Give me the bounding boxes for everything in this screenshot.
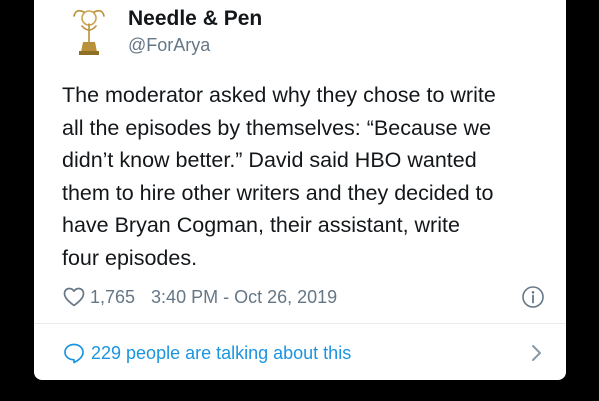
avatar[interactable]	[62, 4, 116, 58]
divider	[34, 323, 566, 324]
speech-bubble-icon	[62, 341, 86, 365]
tweet-meta-row: 1,765 3:40 PM - Oct 26, 2019	[62, 283, 545, 311]
tweet-card: Needle & Pen @ForArya The moderator aske…	[34, 0, 566, 380]
emmy-statuette-icon	[73, 9, 105, 55]
conversation-label[interactable]: 229 people are talking about this	[91, 343, 351, 364]
heart-icon[interactable]	[62, 285, 86, 309]
user-handle[interactable]: @ForArya	[128, 33, 210, 57]
display-name[interactable]: Needle & Pen	[128, 6, 262, 32]
tweet-text: The moderator asked why they chose to wr…	[62, 83, 496, 270]
info-icon[interactable]	[521, 285, 545, 309]
timestamp[interactable]: 3:40 PM - Oct 26, 2019	[151, 287, 337, 308]
conversation-link[interactable]: 229 people are talking about this	[62, 338, 542, 368]
chevron-right-icon[interactable]	[526, 342, 546, 364]
like-count[interactable]: 1,765	[90, 287, 135, 308]
